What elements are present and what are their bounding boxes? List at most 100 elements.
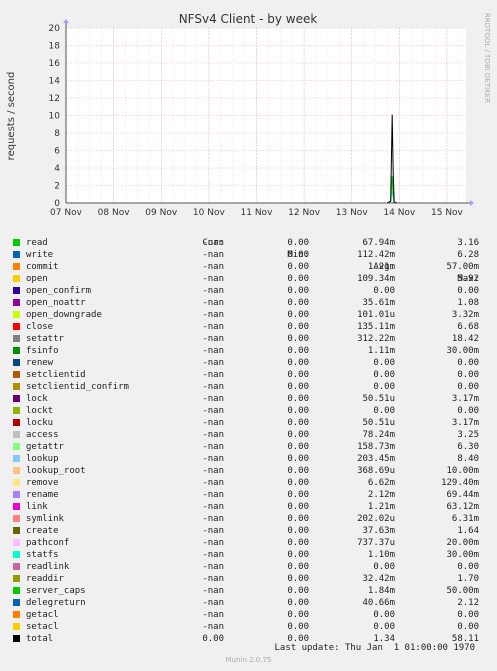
legend-row-link: link -nan 0.00 1.21m 63.12m bbox=[12, 501, 487, 513]
legend-cur-value: -nan bbox=[202, 430, 224, 440]
legend-label: fsinfo bbox=[26, 346, 59, 356]
legend-max-value: 18.42 bbox=[451, 334, 479, 344]
legend-avg-value: 0.00 bbox=[373, 358, 395, 368]
legend-cur-value: -nan bbox=[202, 406, 224, 416]
legend-max-value: 0.00 bbox=[457, 622, 479, 632]
legend-label: commit bbox=[26, 262, 59, 272]
legend-label: setacl bbox=[26, 622, 59, 632]
legend-max-value: 0.00 bbox=[457, 370, 479, 380]
legend-avg-value: 32.42m bbox=[362, 574, 395, 584]
x-tick-label: 09 Nov bbox=[145, 208, 178, 218]
legend-label: open_confirm bbox=[26, 286, 92, 296]
legend-swatch bbox=[13, 239, 20, 246]
legend-min-value: 0.00 bbox=[287, 394, 309, 404]
legend-avg-value: 6.62m bbox=[367, 478, 395, 488]
legend-cur-value: -nan bbox=[202, 382, 224, 392]
y-tick-label: 20 bbox=[49, 24, 61, 34]
legend-header: Cur: Min: Avg: Max: bbox=[12, 225, 487, 284]
legend-min-value: 0.00 bbox=[287, 334, 309, 344]
legend-label: rename bbox=[26, 490, 59, 500]
legend-avg-value: 737.37u bbox=[357, 538, 395, 548]
legend-avg-value: 202.02u bbox=[357, 514, 395, 524]
legend-row-renew: renew -nan 0.00 0.00 0.00 bbox=[12, 357, 487, 369]
legend-cur-value: -nan bbox=[202, 286, 224, 296]
legend-min-value: 0.00 bbox=[287, 598, 309, 608]
y-tick-label: 14 bbox=[49, 77, 61, 87]
legend-label: setclientid_confirm bbox=[26, 382, 129, 392]
legend-avg-value: 101.01u bbox=[357, 310, 395, 320]
x-tick-label: 15 Nov bbox=[431, 208, 464, 218]
legend-swatch bbox=[13, 599, 20, 606]
legend-cur-value: -nan bbox=[202, 274, 224, 284]
legend-label: server_caps bbox=[26, 586, 86, 596]
legend-label: read bbox=[26, 238, 48, 248]
legend-avg-value: 40.66m bbox=[362, 598, 395, 608]
legend-swatch bbox=[13, 275, 20, 282]
legend-label: getacl bbox=[26, 610, 59, 620]
legend-max-value: 8.40 bbox=[457, 454, 479, 464]
chart: NFSv4 Client - by week requests / second… bbox=[6, 12, 491, 218]
legend-swatch bbox=[13, 335, 20, 342]
legend-cur-value: -nan bbox=[202, 370, 224, 380]
legend-row-getattr: getattr -nan 0.00 158.73m 6.30 bbox=[12, 441, 487, 453]
legend-row-setclientid: setclientid -nan 0.00 0.00 0.00 bbox=[12, 369, 487, 381]
legend-cur-value: -nan bbox=[202, 346, 224, 356]
legend-label: setclientid bbox=[26, 370, 86, 380]
x-tick-label: 13 Nov bbox=[336, 208, 369, 218]
legend-row-statfs: statfs -nan 0.00 1.10m 30.00m bbox=[12, 549, 487, 561]
legend-swatch bbox=[13, 383, 20, 390]
last-update: Last update: Thu Jan 1 01:00:00 1970 bbox=[274, 643, 475, 653]
legend-row-rename: rename -nan 0.00 2.12m 69.44m bbox=[12, 489, 487, 501]
legend-cur-value: -nan bbox=[202, 586, 224, 596]
legend-swatch bbox=[13, 491, 20, 498]
legend-min-value: 0.00 bbox=[287, 466, 309, 476]
legend-min-value: 0.00 bbox=[287, 322, 309, 332]
legend-max-value: 0.00 bbox=[457, 562, 479, 572]
legend-label: close bbox=[26, 322, 54, 332]
legend-row-open: open -nan 0.00 109.34m 5.92 bbox=[12, 273, 487, 285]
legend-label: lockt bbox=[26, 406, 54, 416]
legend-row-delegreturn: delegreturn -nan 0.00 40.66m 2.12 bbox=[12, 597, 487, 609]
legend-row-write: write -nan 0.00 112.42m 6.28 bbox=[12, 249, 487, 261]
legend-swatch bbox=[13, 467, 20, 474]
legend-row-setacl: setacl -nan 0.00 0.00 0.00 bbox=[12, 621, 487, 633]
legend-swatch bbox=[13, 623, 20, 630]
legend-cur-value: -nan bbox=[202, 466, 224, 476]
legend-row-pathconf: pathconf -nan 0.00 737.37u 20.00m bbox=[12, 537, 487, 549]
legend-swatch bbox=[13, 407, 20, 414]
legend-label: setattr bbox=[26, 334, 64, 344]
legend-avg-value: 37.63m bbox=[362, 526, 395, 536]
legend-max-value: 3.25 bbox=[457, 430, 479, 440]
legend-max-value: 0.00 bbox=[457, 286, 479, 296]
y-tick-label: 8 bbox=[54, 129, 60, 139]
legend-avg-value: 0.00 bbox=[373, 562, 395, 572]
legend-max-value: 0.00 bbox=[457, 358, 479, 368]
x-tick-label: 14 Nov bbox=[383, 208, 416, 218]
legend-swatch bbox=[13, 587, 20, 594]
legend-min-value: 0.00 bbox=[287, 382, 309, 392]
legend-label: total bbox=[26, 634, 54, 644]
legend-row-lock: lock -nan 0.00 50.51u 3.17m bbox=[12, 393, 487, 405]
legend-avg-value: 1.10m bbox=[367, 550, 395, 560]
legend-swatch bbox=[13, 455, 20, 462]
legend-avg-value: 1.11m bbox=[367, 346, 395, 356]
legend-label: open_noattr bbox=[26, 298, 86, 308]
legend-avg-value: 2.12m bbox=[367, 490, 395, 500]
legend-cur-value: -nan bbox=[202, 574, 224, 584]
y-tick-label: 10 bbox=[49, 112, 61, 122]
legend-avg-value: 50.51u bbox=[362, 418, 395, 428]
legend-min-value: 0.00 bbox=[287, 262, 309, 272]
legend-label: symlink bbox=[26, 514, 64, 524]
legend-max-value: 2.12 bbox=[457, 598, 479, 608]
legend-row-readlink: readlink -nan 0.00 0.00 0.00 bbox=[12, 561, 487, 573]
legend-swatch bbox=[13, 635, 20, 642]
legend-swatch bbox=[13, 311, 20, 318]
legend-min-value: 0.00 bbox=[287, 298, 309, 308]
legend-avg-value: 67.94m bbox=[362, 238, 395, 248]
legend-avg-value: 0.00 bbox=[373, 286, 395, 296]
y-tick-label: 2 bbox=[54, 182, 60, 192]
legend-avg-value: 368.69u bbox=[357, 466, 395, 476]
legend-row-readdir: readdir -nan 0.00 32.42m 1.70 bbox=[12, 573, 487, 585]
legend-avg-value: 0.00 bbox=[373, 370, 395, 380]
x-tick-label: 10 Nov bbox=[193, 208, 226, 218]
